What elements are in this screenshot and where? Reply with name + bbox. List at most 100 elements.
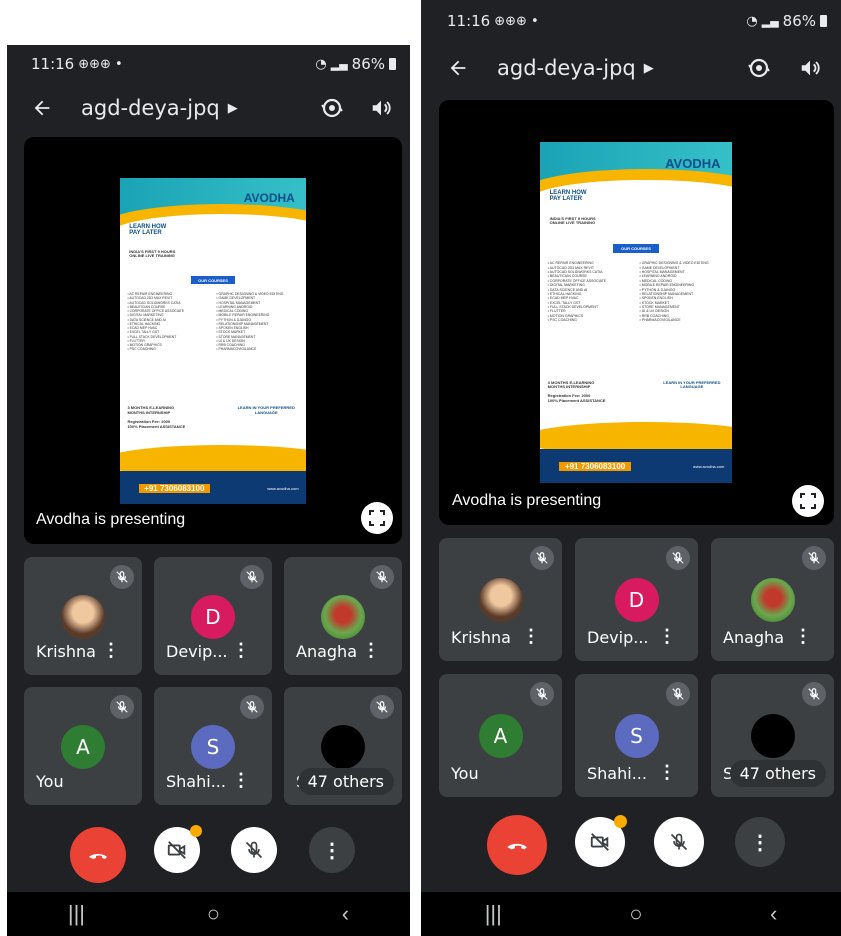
wifi-icon: ◔ — [315, 56, 327, 72]
phone-screen-right: 11:16 ⊕⊕⊕ • ◔ ▂▄ 86% agd-deya-jpq ▶ AVOD… — [421, 0, 841, 936]
home-icon[interactable]: ○ — [207, 901, 220, 927]
switch-camera-icon[interactable] — [320, 96, 344, 120]
fullscreen-button[interactable] — [361, 502, 393, 534]
poster-courses-right: • GRAPHIC DESIGNING & VIDEO EDITING • GA… — [639, 261, 709, 323]
back-arrow-icon[interactable] — [447, 57, 469, 79]
shared-screen-poster: AVODHA LEARN HOW PAY LATER INDIA'S FIRST … — [540, 142, 732, 483]
poster-phone: +91 7306083100 — [138, 483, 211, 493]
back-icon[interactable]: ‹ — [770, 901, 777, 927]
back-icon[interactable]: ‹ — [342, 901, 349, 927]
avatar — [61, 595, 105, 639]
others-tile[interactable]: Sr 47 others — [711, 674, 834, 797]
poster-brand: AVODHA — [665, 155, 721, 171]
camera-toggle-button[interactable] — [154, 825, 202, 873]
others-count[interactable]: 47 others — [729, 760, 826, 787]
more-vert-icon[interactable]: ⋮ — [522, 626, 540, 647]
participant-tile[interactable]: Anagha ⋮ — [284, 557, 402, 675]
mic-off-icon — [370, 565, 394, 589]
poster-phone: +91 7306083100 — [559, 462, 631, 472]
more-options-button[interactable]: ⋮ — [309, 827, 355, 873]
mic-off-icon — [530, 682, 554, 706]
battery-icon — [820, 15, 827, 27]
back-arrow-icon[interactable] — [31, 97, 53, 119]
more-vert-icon[interactable]: ⋮ — [794, 626, 812, 647]
call-end-icon — [89, 854, 107, 859]
presentation-stage[interactable]: AVODHA LEARN HOW PAY LATER INDIA'S FIRST … — [24, 137, 402, 544]
status-time: 11:16 — [447, 12, 491, 30]
caret-right-icon[interactable]: ▶ — [644, 60, 654, 76]
more-vert-icon[interactable]: ⋮ — [658, 626, 676, 647]
meeting-code[interactable]: agd-deya-jpq — [81, 96, 220, 120]
mic-off-icon — [530, 546, 554, 570]
meeting-code[interactable]: agd-deya-jpq — [497, 56, 636, 80]
mic-off-icon — [802, 546, 826, 570]
more-vert-icon[interactable]: ⋮ — [658, 762, 676, 783]
participant-tile[interactable]: D Devip... ⋮ — [154, 557, 272, 675]
status-bar: 11:16 ⊕⊕⊕ • ◔ ▂▄ 86% — [7, 53, 410, 75]
mic-toggle-button[interactable] — [654, 817, 704, 867]
more-vert-icon[interactable]: ⋮ — [102, 640, 120, 661]
phone-screen-left: 11:16 ⊕⊕⊕ • ◔ ▂▄ 86% agd-deya-jpq ▶ AVOD… — [7, 45, 410, 936]
avatar: S — [191, 725, 235, 769]
speaker-icon[interactable] — [799, 57, 821, 79]
speaker-icon[interactable] — [370, 97, 392, 119]
mic-off-icon — [670, 833, 688, 851]
shared-screen-poster: AVODHA LEARN HOW PAY LATER INDIA'S FIRST … — [120, 178, 306, 504]
avatar: S — [614, 714, 659, 758]
end-call-button[interactable] — [70, 827, 126, 883]
fullscreen-button[interactable] — [792, 485, 824, 517]
participant-tile[interactable]: Anagha ⋮ — [711, 538, 834, 661]
status-time: 11:16 — [31, 55, 75, 73]
others-count[interactable]: 47 others — [297, 768, 394, 795]
others-tile[interactable]: Sr 47 others — [284, 687, 402, 805]
participant-name: Anagha — [296, 642, 357, 661]
mic-off-icon — [110, 565, 134, 589]
battery-percent: 86% — [351, 55, 385, 73]
participant-tile[interactable]: A You — [439, 674, 562, 797]
avatar: D — [191, 595, 235, 639]
participant-tile[interactable]: A You — [24, 687, 142, 805]
system-nav-bar: ||| ○ ‹ — [7, 892, 410, 936]
camera-toggle-button[interactable] — [575, 815, 627, 867]
presentation-stage[interactable]: AVODHA LEARN HOW PAY LATER INDIA'S FIRST … — [439, 100, 834, 525]
poster-courses-left: • AC REPAIR ENGINEERING • AUTOCAD 2D3 MA… — [127, 292, 185, 352]
wifi-icon: ◔ — [746, 13, 758, 29]
signal-icon: ▂▄ — [761, 14, 779, 28]
presenting-label: Avodha is presenting — [36, 511, 186, 528]
notification-icons: ⊕⊕⊕ • — [78, 56, 123, 72]
participant-tile[interactable]: S Shahi... ⋮ — [154, 687, 272, 805]
status-bar: 11:16 ⊕⊕⊕ • ◔ ▂▄ 86% — [421, 10, 841, 32]
mic-off-icon — [370, 695, 394, 719]
avatar — [321, 725, 365, 769]
caret-right-icon[interactable]: ▶ — [228, 100, 238, 116]
participant-name: Krishna — [451, 628, 511, 647]
poster-registration: Registration Fee: 2000 100% Placement AS… — [127, 418, 186, 429]
home-icon[interactable]: ○ — [629, 901, 642, 927]
mic-off-icon — [240, 565, 264, 589]
recents-icon[interactable]: ||| — [485, 901, 502, 927]
poster-language-title: LEARN IN YOUR PREFERRED LANGUAGE — [237, 405, 295, 415]
more-vert-icon: ⋮ — [750, 831, 770, 854]
end-call-button[interactable] — [487, 815, 547, 875]
more-vert-icon[interactable]: ⋮ — [362, 640, 380, 661]
recents-icon[interactable]: ||| — [68, 901, 85, 927]
poster-headline-2: PAY LATER — [549, 196, 583, 203]
notification-dot — [614, 815, 627, 828]
mic-off-icon — [802, 682, 826, 706]
more-vert-icon[interactable]: ⋮ — [232, 770, 250, 791]
poster-internship: 3 MONTHS E-LEARNING MONTHS INTERNSHIP — [127, 405, 175, 415]
participant-tile[interactable]: D Devip... ⋮ — [575, 538, 698, 661]
participant-name: Krishna — [36, 642, 96, 661]
avatar: A — [61, 725, 105, 769]
more-options-button[interactable]: ⋮ — [735, 817, 785, 867]
meeting-header: agd-deya-jpq ▶ — [421, 53, 841, 83]
poster-headline-2: PAY LATER — [129, 229, 162, 236]
participant-tile[interactable]: Krishna ⋮ — [439, 538, 562, 661]
poster-courses-right: • GRAPHIC DESIGNING & VIDEO EDITING • GA… — [216, 292, 284, 352]
switch-camera-icon[interactable] — [747, 56, 771, 80]
participant-tile[interactable]: S Shahi... ⋮ — [575, 674, 698, 797]
mic-toggle-button[interactable] — [231, 827, 277, 873]
avatar: A — [478, 714, 523, 758]
more-vert-icon[interactable]: ⋮ — [232, 640, 250, 661]
participant-tile[interactable]: Krishna ⋮ — [24, 557, 142, 675]
